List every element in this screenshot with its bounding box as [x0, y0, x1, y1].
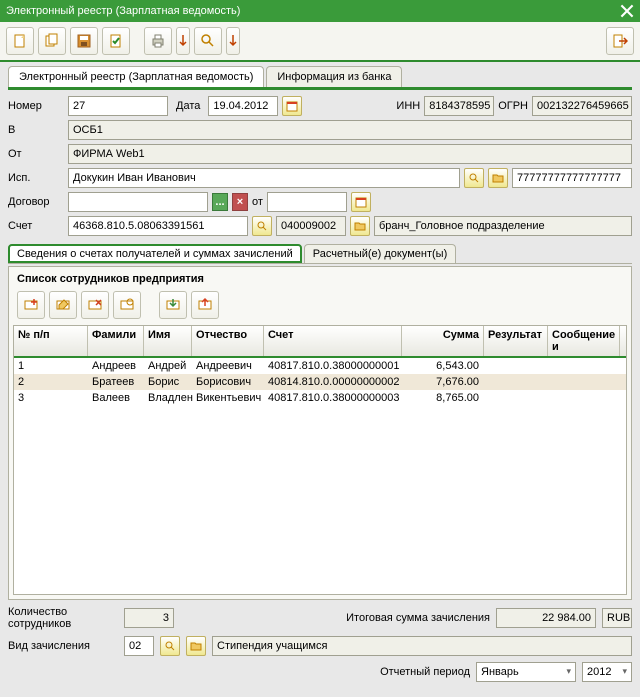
contract-field[interactable] [68, 192, 208, 212]
number-field[interactable]: 27 [68, 96, 168, 116]
search-button[interactable] [194, 27, 222, 55]
calendar-icon[interactable] [282, 96, 302, 116]
period-month-field[interactable]: Январь [476, 662, 576, 682]
col-patronymic[interactable]: Отчество [192, 326, 264, 356]
label-to: В [8, 124, 64, 136]
label-inn: ИНН [396, 100, 420, 112]
cell: 1 [14, 358, 88, 374]
phone-field[interactable]: 77777777777777777 [512, 168, 632, 188]
new-doc-button[interactable] [6, 27, 34, 55]
total-field: 22 984.00 [496, 608, 596, 628]
sort-down-button[interactable] [176, 27, 190, 55]
cell: Борисович [192, 374, 264, 390]
cell: 40814.810.0.00000000002 [264, 374, 402, 390]
cell: 40817.810.0.38000000003 [264, 390, 402, 406]
window-title: Электронный реестр (Зарплатная ведомость… [6, 5, 240, 17]
sort-down-button-2[interactable] [226, 27, 240, 55]
to-field: ОСБ1 [68, 120, 632, 140]
label-period: Отчетный период [380, 666, 470, 678]
label-total: Итоговая сумма зачисления [346, 612, 490, 624]
cell: 8,765.00 [402, 390, 484, 406]
contract-remove-button[interactable]: × [232, 193, 248, 211]
exec-field[interactable]: Докукин Иван Иванович [68, 168, 460, 188]
count-field: 3 [124, 608, 174, 628]
cell: 40817.810.0.38000000001 [264, 358, 402, 374]
cell: Андреевич [192, 358, 264, 374]
cell: Викентьевич [192, 390, 264, 406]
cell: Братеев [88, 374, 144, 390]
col-n[interactable]: № п/п [14, 326, 88, 356]
type-search-icon[interactable] [160, 636, 180, 656]
col-message[interactable]: Сообщение и [548, 326, 620, 356]
label-exec: Исп. [8, 172, 64, 184]
type-name-field: Стипендия учащимся [212, 636, 632, 656]
row-edit-button[interactable] [49, 291, 77, 319]
print-button[interactable] [144, 27, 172, 55]
cell: Андрей [144, 358, 192, 374]
inn-field: 8184378595 [424, 96, 494, 116]
contract-calendar-icon[interactable] [351, 192, 371, 212]
tab-bank-info[interactable]: Информация из банка [266, 66, 402, 87]
period-year-field[interactable]: 2012 [582, 662, 632, 682]
ogrn-field: 002132276459665 [532, 96, 632, 116]
subtab-docs[interactable]: Расчетный(е) документ(ы) [304, 244, 457, 263]
currency-field: RUB [602, 608, 632, 628]
employee-list-title: Список сотрудников предприятия [13, 271, 627, 287]
cell: Андреев [88, 358, 144, 374]
export-button[interactable] [191, 291, 219, 319]
table-row[interactable]: 3ВалеевВладленВикентьевич40817.810.0.380… [14, 390, 626, 406]
cell: 6,543.00 [402, 358, 484, 374]
label-contract: Договор [8, 196, 64, 208]
main-toolbar [0, 22, 640, 62]
exec-folder-icon[interactable] [488, 168, 508, 188]
exit-button[interactable] [606, 27, 634, 55]
label-from: От [8, 148, 64, 160]
account-field[interactable]: 46368.810.5.08063391561 [68, 216, 248, 236]
col-sum[interactable]: Сумма [402, 326, 484, 356]
label-ogrn: ОГРН [498, 100, 528, 112]
account2-field: 040009002 [276, 216, 346, 236]
account-lookup-icon[interactable] [252, 216, 272, 236]
label-ot: от [252, 196, 263, 208]
row-delete-button[interactable] [81, 291, 109, 319]
import-button[interactable] [159, 291, 187, 319]
col-account[interactable]: Счет [264, 326, 402, 356]
cell: Борис [144, 374, 192, 390]
label-count: Количество сотрудников [8, 606, 118, 630]
apply-button[interactable] [102, 27, 130, 55]
col-surname[interactable]: Фамили [88, 326, 144, 356]
type-folder-icon[interactable] [186, 636, 206, 656]
label-date: Дата [176, 100, 200, 112]
cell: 7,676.00 [402, 374, 484, 390]
type-code-field[interactable]: 02 [124, 636, 154, 656]
subtab-details[interactable]: Сведения о счетах получателей и суммах з… [8, 244, 302, 263]
row-view-button[interactable] [113, 291, 141, 319]
contract-date-field[interactable] [267, 192, 347, 212]
label-number: Номер [8, 100, 64, 112]
date-field[interactable]: 19.04.2012 [208, 96, 278, 116]
account2-folder-icon[interactable] [350, 216, 370, 236]
tab-registry[interactable]: Электронный реестр (Зарплатная ведомость… [8, 66, 264, 87]
branch-field: бранч_Головное подразделение [374, 216, 632, 236]
exec-search-icon[interactable] [464, 168, 484, 188]
cell: Владлен [144, 390, 192, 406]
cell: Валеев [88, 390, 144, 406]
contract-add-button[interactable]: ... [212, 193, 228, 211]
close-button[interactable] [620, 4, 634, 18]
col-result[interactable]: Результат [484, 326, 548, 356]
label-type: Вид зачисления [8, 640, 118, 652]
row-add-button[interactable] [17, 291, 45, 319]
copy-doc-button[interactable] [38, 27, 66, 55]
table-row[interactable]: 1АндреевАндрейАндреевич40817.810.0.38000… [14, 358, 626, 374]
save-button[interactable] [70, 27, 98, 55]
col-name[interactable]: Имя [144, 326, 192, 356]
cell: 3 [14, 390, 88, 406]
label-account: Счет [8, 220, 64, 232]
table-row[interactable]: 2БратеевБорисБорисович40814.810.0.000000… [14, 374, 626, 390]
from-field: ФИРМА Web1 [68, 144, 632, 164]
cell: 2 [14, 374, 88, 390]
employee-grid[interactable]: № п/п Фамили Имя Отчество Счет Сумма Рез… [13, 325, 627, 595]
